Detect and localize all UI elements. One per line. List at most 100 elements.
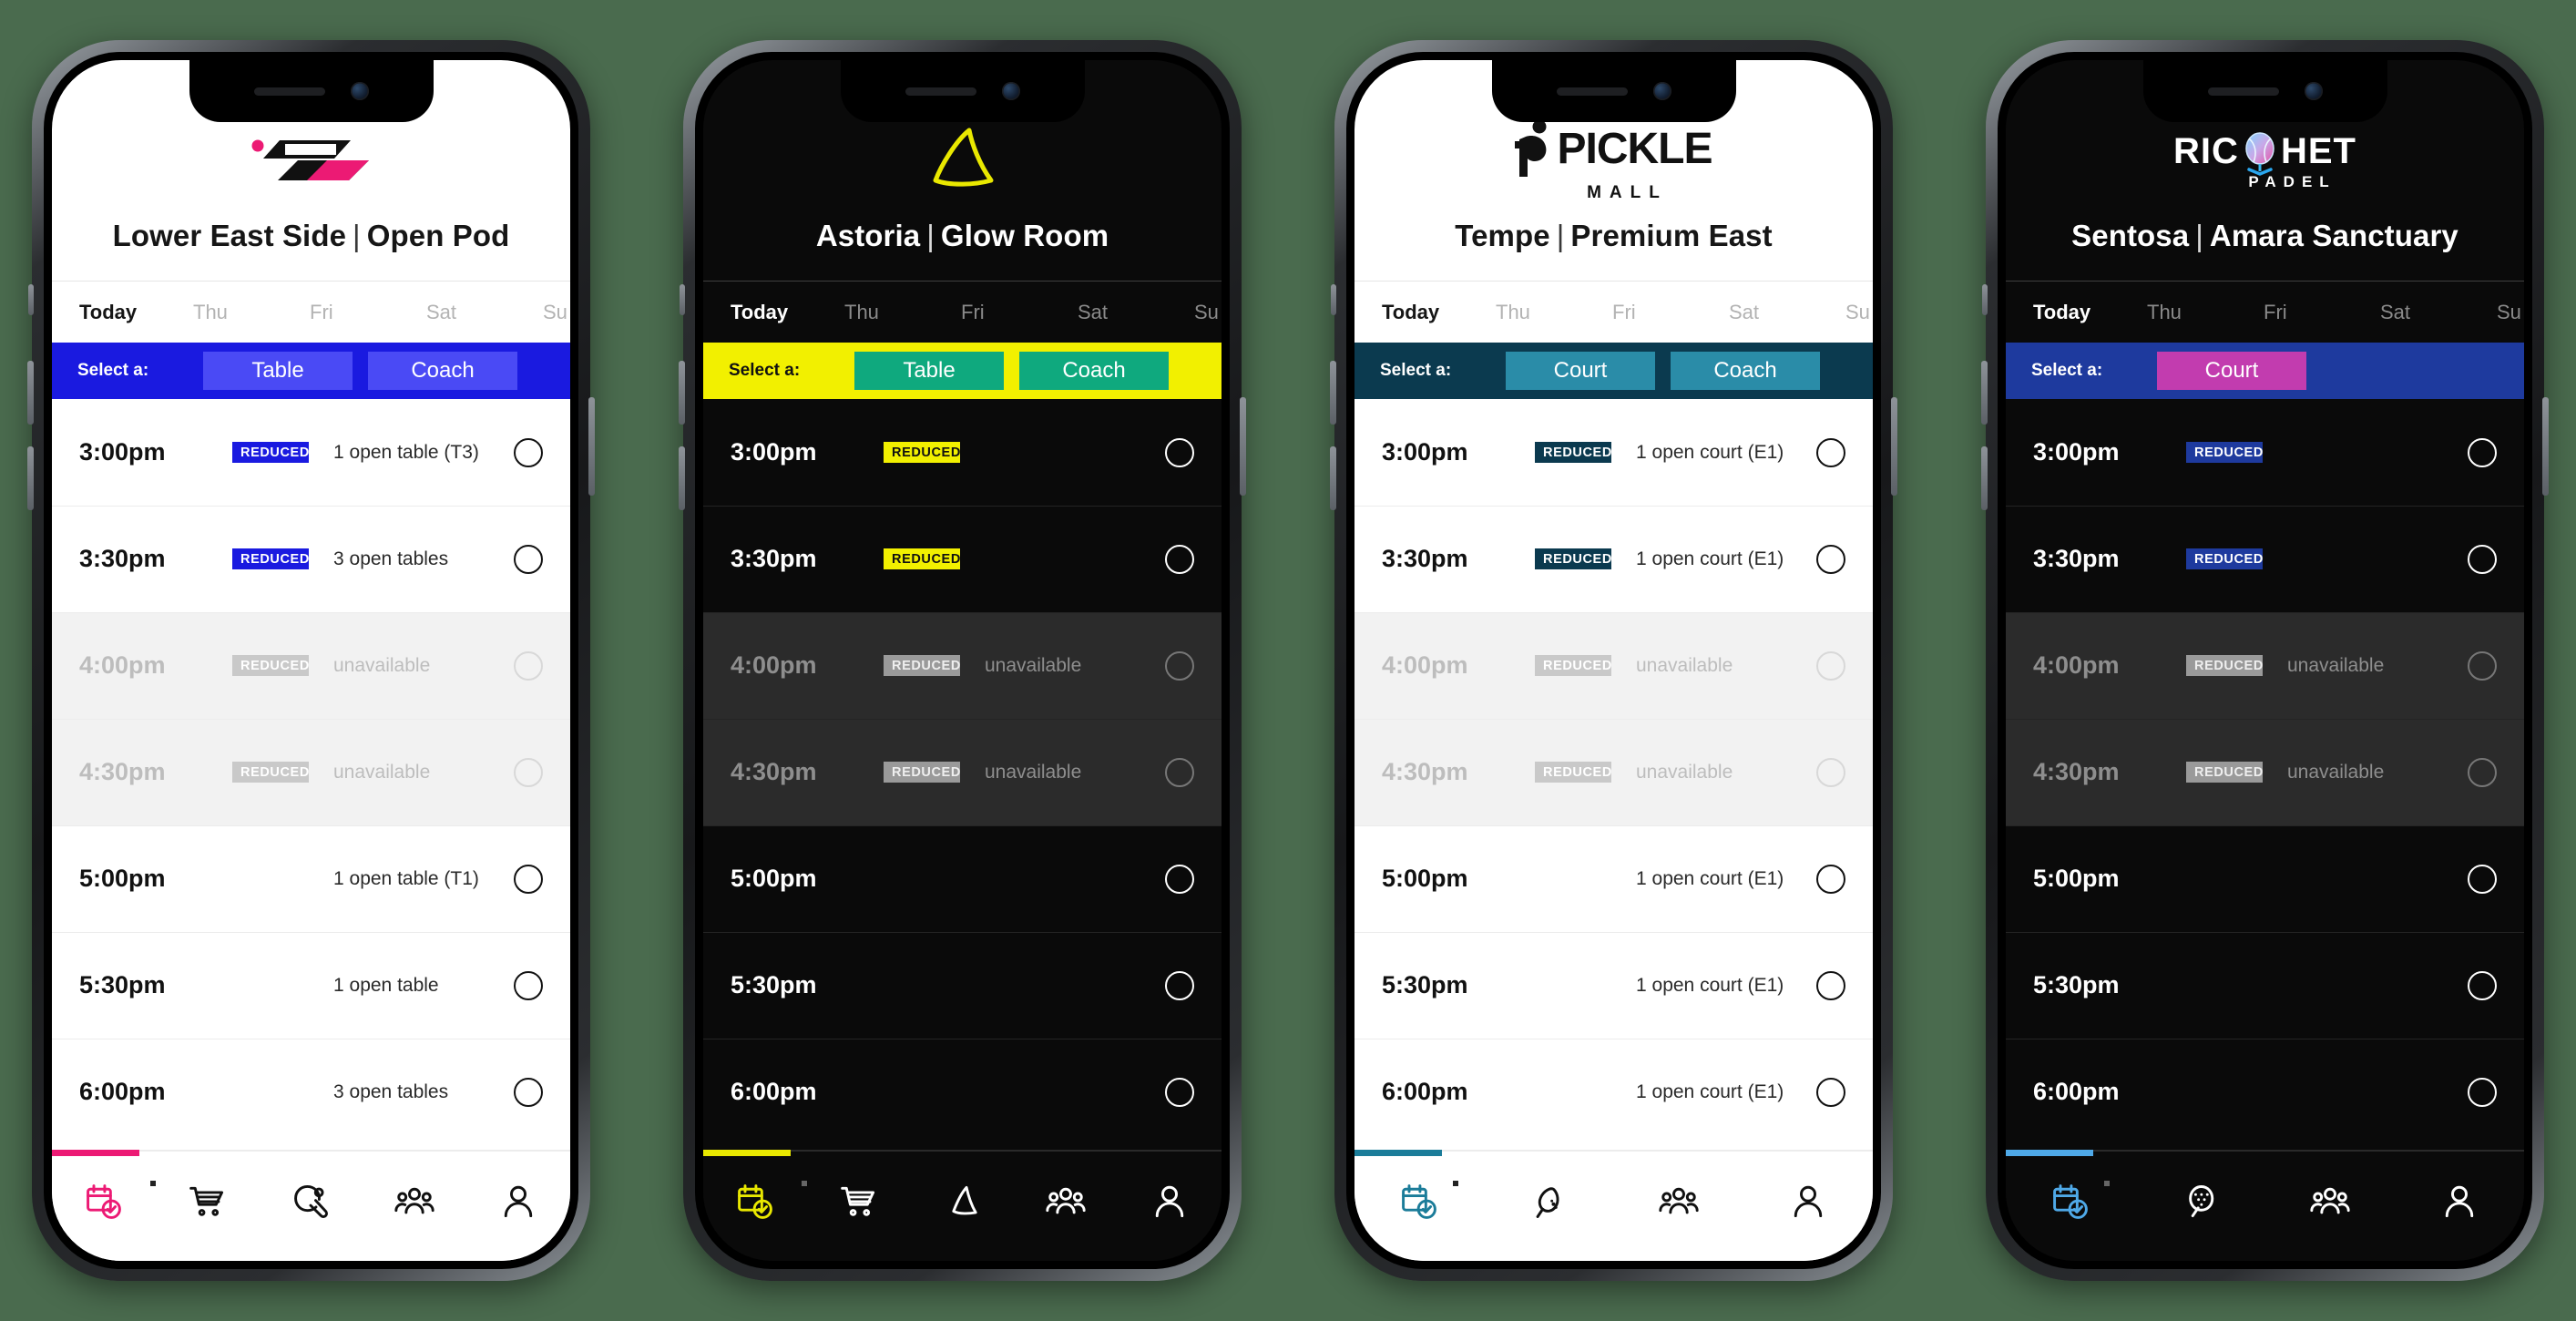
nav-people-group-button[interactable]: [1614, 1173, 1743, 1230]
day-tab-thu[interactable]: Thu: [844, 301, 961, 324]
slot-select-radio[interactable]: [1165, 650, 1194, 681]
day-tab-sat[interactable]: Sat: [1729, 301, 1845, 324]
time-slot-row[interactable]: 3:30pm REDUCED: [2006, 506, 2524, 612]
day-tab-su[interactable]: Su: [1845, 301, 1870, 324]
nav-pickleball-paddle-button[interactable]: [1484, 1173, 1613, 1230]
slot-select-radio[interactable]: [2468, 650, 2497, 681]
time-slot-row[interactable]: 3:00pm REDUCED: [703, 399, 1222, 506]
nav-calendar-check-button[interactable]: [52, 1173, 156, 1230]
nav-person-button[interactable]: [1743, 1173, 1873, 1230]
day-tab-sat[interactable]: Sat: [2380, 301, 2497, 324]
time-slot-row[interactable]: 6:00pm: [2006, 1039, 2524, 1145]
day-tab-thu[interactable]: Thu: [2147, 301, 2264, 324]
day-tab-thu[interactable]: Thu: [1496, 301, 1612, 324]
segment-table-button[interactable]: Table: [203, 352, 353, 390]
nav-people-group-button[interactable]: [363, 1173, 466, 1230]
slot-select-radio[interactable]: [514, 544, 543, 574]
time-slot-row[interactable]: 5:30pm: [2006, 932, 2524, 1039]
time-slot-row[interactable]: 6:00pm 3 open tables: [52, 1039, 570, 1145]
time-slot-row[interactable]: 4:00pm REDUCED unavailable: [52, 612, 570, 719]
segment-court-button[interactable]: Court: [2157, 352, 2306, 390]
segment-coach-button[interactable]: Coach: [1019, 352, 1169, 390]
slot-select-radio[interactable]: [514, 864, 543, 894]
nav-ping-pong-paddle-button[interactable]: [260, 1173, 363, 1230]
slot-select-radio[interactable]: [1816, 864, 1845, 894]
nav-calendar-check-button[interactable]: [1354, 1173, 1484, 1230]
segment-coach-button[interactable]: Coach: [1671, 352, 1820, 390]
slot-select-radio[interactable]: [1816, 437, 1845, 467]
slot-select-radio[interactable]: [2468, 437, 2497, 467]
nav-person-button[interactable]: [1118, 1173, 1222, 1230]
nav-calendar-check-button[interactable]: [2006, 1173, 2135, 1230]
day-tab-fri[interactable]: Fri: [2264, 301, 2380, 324]
segment-court-button[interactable]: Court: [1506, 352, 1655, 390]
slot-select-radio[interactable]: [1165, 544, 1194, 574]
time-slot-row[interactable]: 4:00pm REDUCED unavailable: [2006, 612, 2524, 719]
day-tab-fri[interactable]: Fri: [1612, 301, 1729, 324]
time-slot-row[interactable]: 5:30pm 1 open table: [52, 932, 570, 1039]
day-tab-fri[interactable]: Fri: [961, 301, 1078, 324]
slot-select-radio[interactable]: [514, 757, 543, 787]
day-tab-sat[interactable]: Sat: [1078, 301, 1194, 324]
slot-select-radio[interactable]: [2468, 757, 2497, 787]
nav-person-button[interactable]: [466, 1173, 570, 1230]
time-slot-row[interactable]: 5:00pm 1 open table (T1): [52, 825, 570, 932]
time-slot-row[interactable]: 4:00pm REDUCED unavailable: [703, 612, 1222, 719]
time-slot-row[interactable]: 3:00pm REDUCED: [2006, 399, 2524, 506]
segment-table-button[interactable]: Table: [854, 352, 1004, 390]
nav-shark-fin-button[interactable]: [911, 1173, 1015, 1230]
slot-select-radio[interactable]: [1816, 757, 1845, 787]
day-tab-su[interactable]: Su: [543, 301, 567, 324]
time-slot-row[interactable]: 4:30pm REDUCED unavailable: [703, 719, 1222, 825]
slot-select-radio[interactable]: [1816, 970, 1845, 1000]
day-tab-today[interactable]: Today: [2033, 301, 2147, 324]
time-slot-row[interactable]: 3:30pm REDUCED 3 open tables: [52, 506, 570, 612]
slot-select-radio[interactable]: [1816, 544, 1845, 574]
time-slot-row[interactable]: 3:00pm REDUCED 1 open court (E1): [1354, 399, 1873, 506]
nav-person-button[interactable]: [2395, 1173, 2524, 1230]
time-slot-row[interactable]: 4:30pm REDUCED unavailable: [2006, 719, 2524, 825]
time-slot-row[interactable]: 5:30pm: [703, 932, 1222, 1039]
time-slot-row[interactable]: 6:00pm 1 open court (E1): [1354, 1039, 1873, 1145]
slot-select-radio[interactable]: [2468, 970, 2497, 1000]
day-tab-thu[interactable]: Thu: [193, 301, 310, 324]
time-slot-row[interactable]: 5:00pm: [2006, 825, 2524, 932]
segment-coach-button[interactable]: Coach: [368, 352, 517, 390]
slot-select-radio[interactable]: [514, 437, 543, 467]
slot-select-radio[interactable]: [514, 1077, 543, 1107]
nav-padel-racket-search-button[interactable]: [2135, 1173, 2264, 1230]
time-slot-row[interactable]: 5:00pm: [703, 825, 1222, 932]
slot-select-radio[interactable]: [1165, 970, 1194, 1000]
day-tab-su[interactable]: Su: [2497, 301, 2521, 324]
time-slot-row[interactable]: 4:00pm REDUCED unavailable: [1354, 612, 1873, 719]
day-tab-fri[interactable]: Fri: [310, 301, 426, 324]
slot-select-radio[interactable]: [1165, 437, 1194, 467]
nav-shopping-cart-button[interactable]: [156, 1173, 260, 1230]
nav-shopping-cart-button[interactable]: [807, 1173, 911, 1230]
slot-select-radio[interactable]: [514, 970, 543, 1000]
slot-select-radio[interactable]: [2468, 864, 2497, 894]
day-tab-sat[interactable]: Sat: [426, 301, 543, 324]
time-slot-row[interactable]: 4:30pm REDUCED unavailable: [1354, 719, 1873, 825]
slot-select-radio[interactable]: [1816, 1077, 1845, 1107]
time-slot-row[interactable]: 3:00pm REDUCED 1 open table (T3): [52, 399, 570, 506]
slot-select-radio[interactable]: [514, 650, 543, 681]
nav-calendar-check-button[interactable]: [703, 1173, 807, 1230]
day-tab-today[interactable]: Today: [79, 301, 193, 324]
day-tab-su[interactable]: Su: [1194, 301, 1219, 324]
slot-select-radio[interactable]: [2468, 1077, 2497, 1107]
day-tab-today[interactable]: Today: [1382, 301, 1496, 324]
slot-select-radio[interactable]: [1165, 757, 1194, 787]
nav-people-group-button[interactable]: [2265, 1173, 2395, 1230]
nav-people-group-button[interactable]: [1014, 1173, 1118, 1230]
day-tab-today[interactable]: Today: [731, 301, 844, 324]
time-slot-row[interactable]: 4:30pm REDUCED unavailable: [52, 719, 570, 825]
time-slot-row[interactable]: 5:30pm 1 open court (E1): [1354, 932, 1873, 1039]
time-slot-row[interactable]: 3:30pm REDUCED: [703, 506, 1222, 612]
slot-select-radio[interactable]: [2468, 544, 2497, 574]
slot-select-radio[interactable]: [1816, 650, 1845, 681]
time-slot-row[interactable]: 5:00pm 1 open court (E1): [1354, 825, 1873, 932]
slot-select-radio[interactable]: [1165, 1077, 1194, 1107]
time-slot-row[interactable]: 3:30pm REDUCED 1 open court (E1): [1354, 506, 1873, 612]
slot-select-radio[interactable]: [1165, 864, 1194, 894]
